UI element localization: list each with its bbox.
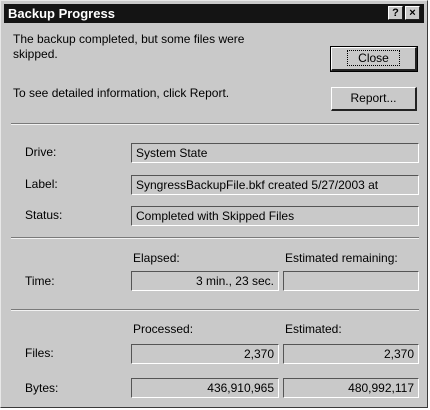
files-estimated-field: 2,370 xyxy=(283,344,419,364)
report-hint: To see detailed information, click Repor… xyxy=(13,86,230,100)
remaining-time-field xyxy=(283,271,419,291)
separator xyxy=(11,237,419,239)
estimated-header: Estimated: xyxy=(285,322,342,336)
close-window-button[interactable]: × xyxy=(405,6,420,20)
separator xyxy=(11,309,419,311)
bytes-processed-field: 436,910,965 xyxy=(131,378,279,398)
elapsed-time-field: 3 min., 23 sec. xyxy=(131,271,279,291)
close-button-label: Close xyxy=(347,50,400,66)
remaining-header: Estimated remaining: xyxy=(285,251,398,265)
close-button[interactable]: Close xyxy=(330,46,418,72)
status-label: Status: xyxy=(25,208,63,222)
processed-header: Processed: xyxy=(133,322,194,336)
backup-progress-dialog: Backup Progress ? × The backup completed… xyxy=(0,0,428,408)
title-bar: Backup Progress ? × xyxy=(4,4,424,23)
help-button[interactable]: ? xyxy=(388,6,403,20)
files-label: Files: xyxy=(25,346,54,360)
files-processed-field: 2,370 xyxy=(131,344,279,364)
bytes-label: Bytes: xyxy=(25,381,59,395)
label-label: Label: xyxy=(25,177,58,191)
time-label: Time: xyxy=(25,274,55,288)
completion-message-line1: The backup completed, but some files wer… xyxy=(13,32,245,46)
completion-message-line2: skipped. xyxy=(13,47,58,61)
label-field: SyngressBackupFile.bkf created 5/27/2003… xyxy=(131,175,419,195)
drive-label: Drive: xyxy=(25,145,57,159)
window-title: Backup Progress xyxy=(8,6,115,21)
report-button-label: Report... xyxy=(350,91,397,105)
report-button[interactable]: Report... xyxy=(331,87,417,111)
drive-field: System State xyxy=(131,143,419,163)
bytes-estimated-field: 480,992,117 xyxy=(283,378,419,398)
elapsed-header: Elapsed: xyxy=(133,251,180,265)
status-field: Completed with Skipped Files xyxy=(131,206,419,226)
separator xyxy=(11,123,419,125)
